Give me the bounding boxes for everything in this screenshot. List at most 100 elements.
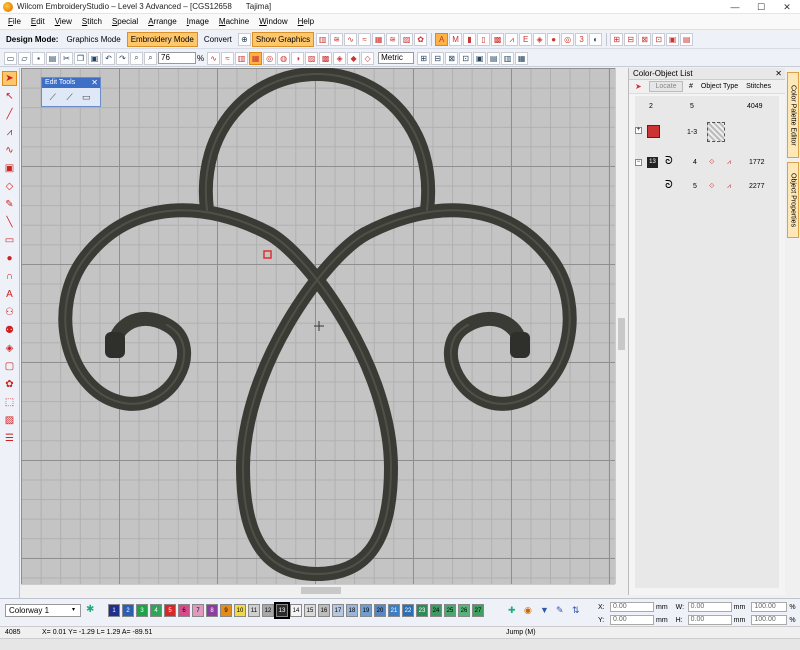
fill-icon[interactable]: ▦ — [372, 33, 386, 46]
h-field[interactable]: 0.00 — [687, 615, 732, 625]
e-stitch-icon[interactable]: E — [519, 33, 533, 46]
menu-window[interactable]: Window — [259, 17, 287, 26]
close-button[interactable]: ✕ — [774, 0, 800, 14]
align-a-icon[interactable]: ⊞ — [417, 51, 431, 65]
fill-tool-icon[interactable]: ▣ — [2, 161, 17, 176]
color-swatch[interactable]: 4 — [150, 604, 162, 617]
grid-a-icon[interactable]: ⊞ — [610, 33, 624, 46]
show-graphics-button[interactable]: Show Graphics — [251, 32, 315, 47]
frame-tool-icon[interactable]: ▢ — [2, 359, 17, 374]
pattern-icon[interactable]: ▨ — [400, 33, 414, 46]
locate-button[interactable]: Locate — [649, 81, 683, 92]
redo-icon[interactable]: ↷ — [116, 51, 129, 65]
circle-tool-icon[interactable]: ● — [2, 251, 17, 266]
stitch-h-icon[interactable]: ▨ — [305, 51, 319, 65]
embroidery-mode-button[interactable]: Embroidery Mode — [126, 32, 198, 47]
bead-icon[interactable]: ● — [547, 33, 561, 46]
menu-view[interactable]: View — [55, 17, 72, 26]
tab-color-palette-editor[interactable]: Color Palette Editor — [787, 72, 799, 158]
undo-icon[interactable]: ↶ — [102, 51, 115, 65]
lettering-icon[interactable]: A — [435, 33, 449, 46]
align-b-icon[interactable]: ⊟ — [431, 51, 445, 65]
list-item[interactable]: 2 5 4049 — [635, 96, 779, 118]
color-swatch[interactable]: 6 — [178, 604, 190, 617]
satin-tool-icon[interactable]: ⩘ — [2, 125, 17, 140]
stitch-f-icon[interactable]: ◍ — [277, 51, 291, 65]
monogram-icon[interactable]: M — [449, 33, 463, 46]
color-swatch[interactable]: 8 — [206, 604, 218, 617]
grid-d-icon[interactable]: ⊡ — [652, 33, 666, 46]
stitch-g-icon[interactable]: ◑ — [291, 51, 305, 65]
triple-run-icon[interactable]: ≈ — [358, 33, 372, 46]
new-icon[interactable]: ▭ — [4, 51, 17, 65]
color-swatch[interactable]: 10 — [234, 604, 246, 617]
zoom-field[interactable]: 76 — [158, 52, 196, 64]
menu-edit[interactable]: Edit — [31, 17, 45, 26]
expand-icon[interactable]: + — [635, 127, 642, 134]
minimize-button[interactable]: — — [722, 0, 748, 14]
stitch-k-icon[interactable]: ◆ — [347, 51, 361, 65]
color-swatch[interactable]: 2 — [122, 604, 134, 617]
add-color-icon[interactable]: ✚ — [508, 605, 516, 616]
color-swatch[interactable]: 23 — [416, 604, 428, 617]
arc-tool-icon[interactable]: ∩ — [2, 269, 17, 284]
zoom-box-icon[interactable]: ⌕ — [144, 51, 157, 65]
sequin-icon[interactable]: ◎ — [561, 33, 575, 46]
eyedropper-icon[interactable]: ✎ — [556, 605, 564, 616]
menu-stitch[interactable]: Stitch — [82, 17, 102, 26]
view-icon[interactable]: ◐ — [589, 33, 603, 46]
stitch-l-icon[interactable]: ◇ — [361, 51, 375, 65]
motif-tool-icon[interactable]: ✿ — [2, 377, 17, 392]
column-tool-icon[interactable]: ∿ — [2, 143, 17, 158]
color-swatch[interactable]: 27 — [472, 604, 484, 617]
thread-icon[interactable]: ◉ — [524, 605, 532, 616]
align-h-icon[interactable]: ▦ — [515, 51, 529, 65]
color-swatch[interactable]: 26 — [458, 604, 470, 617]
grid-c-icon[interactable]: ⊠ — [638, 33, 652, 46]
column-a-icon[interactable]: ▮ — [463, 33, 477, 46]
bucket-icon[interactable]: ▼ — [540, 605, 549, 615]
shape-tool-icon[interactable]: ▭ — [2, 233, 17, 248]
units-select[interactable]: Metric — [378, 52, 415, 64]
run-icon[interactable]: ∿ — [344, 33, 358, 46]
palette-icon[interactable]: ✱ — [86, 604, 94, 615]
misc-tool-icon[interactable]: ☰ — [2, 431, 17, 446]
list-item[interactable]: − 13 ᘐ 4 ⟐ ⩘ 1772 — [635, 152, 779, 176]
align-f-icon[interactable]: ▤ — [487, 51, 501, 65]
color-swatch[interactable]: 17 — [332, 604, 344, 617]
panel-close-button[interactable]: ✕ — [775, 68, 782, 80]
globe-icon[interactable]: ⊕ — [237, 33, 251, 46]
scale-y-field[interactable]: 100.00 — [751, 615, 788, 625]
stitch-b-icon[interactable]: ≈ — [221, 51, 235, 65]
pattern-tool-icon[interactable]: ▨ — [2, 413, 17, 428]
align-c-icon[interactable]: ⊠ — [445, 51, 459, 65]
design-canvas[interactable] — [21, 68, 615, 584]
grid-e-icon[interactable]: ▣ — [666, 33, 680, 46]
edit-tools-close-button[interactable]: ✕ — [91, 78, 98, 88]
eraser-icon[interactable]: ▭ — [79, 91, 93, 103]
color-swatch[interactable]: 5 — [164, 604, 176, 617]
open-icon[interactable]: ▱ — [18, 51, 31, 65]
menu-help[interactable]: Help — [298, 17, 314, 26]
paste-icon[interactable]: ▣ — [88, 51, 101, 65]
copy-icon[interactable]: ❐ — [74, 51, 87, 65]
knife-icon[interactable]: ⟋ — [46, 91, 60, 103]
pointer-icon[interactable]: ➤ — [635, 82, 642, 91]
monogram-tool-icon[interactable]: ⚇ — [2, 305, 17, 320]
stitch-d-icon[interactable]: ▦ — [249, 51, 263, 65]
color-swatch[interactable]: 13 — [274, 602, 290, 619]
collapse-icon[interactable]: − — [635, 159, 642, 166]
reshape-tool-icon[interactable]: ↖ — [2, 89, 17, 104]
align-e-icon[interactable]: ▣ — [473, 51, 487, 65]
stitch-j-icon[interactable]: ◈ — [333, 51, 347, 65]
color-swatch[interactable]: 14 — [290, 604, 302, 617]
lettering-tool-icon[interactable]: A — [2, 287, 17, 302]
object-tree[interactable]: 2 5 4049 + 1-3 − 13 ᘐ 4 ⟐ ⩘ 1772 ᘐ 5 ⟐ ⩘… — [635, 96, 779, 588]
stitch-i-icon[interactable]: ▩ — [319, 51, 333, 65]
color-swatch[interactable]: 24 — [430, 604, 442, 617]
satin-icon[interactable]: ▥ — [316, 33, 330, 46]
menu-special[interactable]: Special — [112, 17, 138, 26]
save-icon[interactable]: ▪ — [32, 51, 45, 65]
grid-f-icon[interactable]: ▤ — [680, 33, 694, 46]
w-field[interactable]: 0.00 — [687, 602, 732, 612]
